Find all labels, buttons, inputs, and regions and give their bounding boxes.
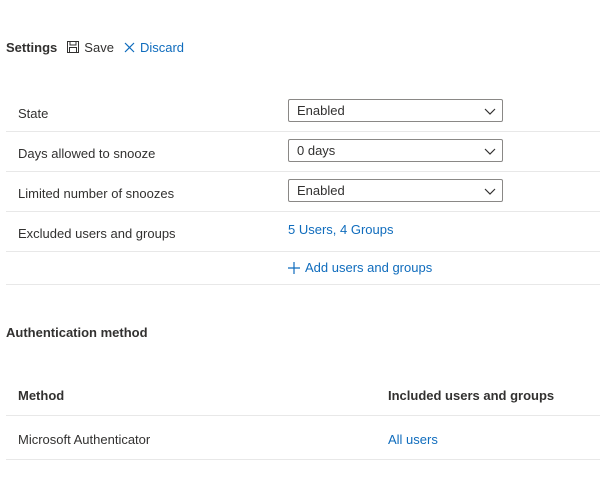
excluded-users-link[interactable]: 5 Users, 4 Groups	[288, 222, 394, 237]
state-dropdown[interactable]: Enabled	[288, 99, 503, 122]
days-snooze-dropdown[interactable]: 0 days	[288, 139, 503, 162]
table-header: Method Included users and groups	[6, 372, 600, 416]
dropdown-value: 0 days	[297, 143, 336, 158]
chevron-down-icon	[484, 148, 496, 155]
add-users-row: Add users and groups	[6, 252, 600, 285]
column-header-included: Included users and groups	[388, 388, 555, 403]
setting-label: Excluded users and groups	[18, 226, 176, 241]
add-users-groups-link[interactable]: Add users and groups	[288, 260, 432, 275]
limited-snoozes-dropdown[interactable]: Enabled	[288, 179, 503, 202]
discard-label: Discard	[139, 39, 185, 55]
plus-icon	[288, 261, 300, 274]
setting-row-state: State Enabled	[6, 92, 600, 132]
setting-row-excluded: Excluded users and groups 5 Users, 4 Gro…	[6, 212, 600, 252]
column-header-method: Method	[18, 388, 65, 403]
command-bar: Settings Save Discard	[6, 36, 600, 58]
auth-method-table: Method Included users and groups Microso…	[6, 372, 600, 460]
dropdown-value: Enabled	[297, 183, 345, 198]
save-icon	[67, 41, 80, 53]
method-name: Microsoft Authenticator	[18, 432, 151, 447]
setting-row-limited-snoozes: Limited number of snoozes Enabled	[6, 172, 600, 212]
save-button[interactable]: Save	[67, 40, 114, 55]
add-users-label: Add users and groups	[305, 260, 433, 275]
discard-button[interactable]: Discard	[124, 40, 184, 55]
save-label: Save	[84, 39, 114, 55]
chevron-down-icon	[484, 108, 496, 115]
setting-label: Days allowed to snooze	[18, 146, 156, 161]
setting-row-days-snooze: Days allowed to snooze 0 days	[6, 132, 600, 172]
page-title: Settings	[6, 39, 58, 55]
setting-label: Limited number of snoozes	[18, 186, 175, 201]
chevron-down-icon	[484, 188, 496, 195]
setting-label: State	[18, 106, 49, 121]
dropdown-value: Enabled	[297, 103, 345, 118]
table-row: Microsoft Authenticator All users	[6, 416, 600, 460]
settings-form: State Enabled Days allowed to snooze 0 d…	[6, 92, 600, 285]
included-users-link[interactable]: All users	[388, 432, 438, 447]
close-icon	[124, 42, 135, 52]
auth-method-heading: Authentication method	[6, 325, 148, 340]
